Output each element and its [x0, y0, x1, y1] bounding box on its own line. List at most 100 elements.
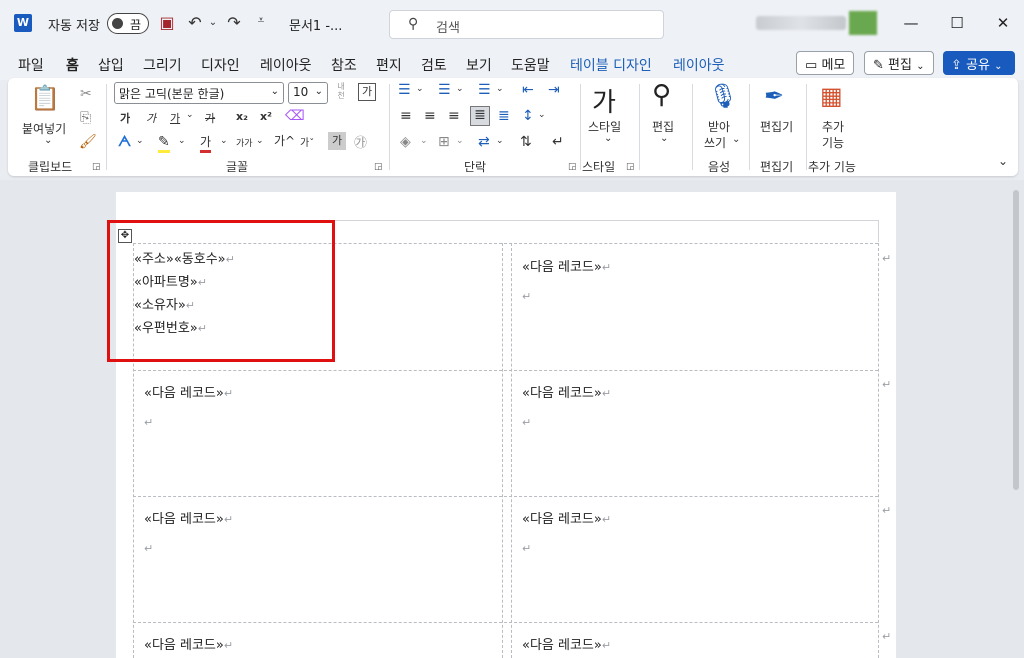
- shading-icon[interactable]: ◈: [400, 134, 411, 150]
- next-record-field[interactable]: «다음 레코드»↵: [522, 382, 611, 401]
- align-left-icon[interactable]: ≡: [400, 108, 412, 124]
- save-icon[interactable]: ▣: [157, 13, 177, 32]
- bold-button[interactable]: 가: [120, 110, 130, 126]
- phonetic-guide-button[interactable]: 내천: [334, 82, 348, 100]
- tab-review[interactable]: 검토: [421, 55, 447, 75]
- borders-icon[interactable]: ⊞: [438, 134, 450, 150]
- text-direction-icon[interactable]: ⇄: [478, 134, 490, 150]
- dictate-label-2[interactable]: 쓰기: [704, 134, 726, 151]
- distributed-icon[interactable]: ≣: [498, 108, 510, 124]
- shading-dropdown-icon[interactable]: ⌄: [420, 136, 428, 146]
- styles-icon[interactable]: 가: [592, 82, 616, 119]
- tab-layout[interactable]: 레이아웃: [260, 55, 312, 75]
- tab-table-design[interactable]: 테이블 디자인: [570, 55, 652, 75]
- underline-button[interactable]: 가: [170, 110, 180, 126]
- tab-help[interactable]: 도움말: [511, 55, 550, 75]
- highlight-dropdown-icon[interactable]: ⌄: [178, 136, 186, 146]
- tab-draw[interactable]: 그리기: [143, 55, 182, 75]
- font-color-button[interactable]: 가: [200, 133, 212, 153]
- superscript-button[interactable]: x²: [260, 110, 272, 123]
- enclose-characters-button[interactable]: ㉮: [354, 132, 367, 151]
- tab-file[interactable]: 파일: [18, 55, 44, 75]
- tab-mailings[interactable]: 편지: [376, 55, 402, 75]
- highlight-icon[interactable]: ✎: [158, 134, 170, 153]
- redo-icon[interactable]: ↷: [224, 13, 244, 32]
- undo-dropdown-icon[interactable]: ⌄: [203, 17, 223, 28]
- search-box[interactable]: ⚲ 검색: [389, 10, 664, 39]
- tab-design[interactable]: 디자인: [201, 55, 240, 75]
- line-spacing-dropdown-icon[interactable]: ⌄: [538, 110, 546, 120]
- font-launcher-icon[interactable]: ◲: [374, 162, 383, 172]
- cut-icon[interactable]: ✂: [80, 86, 92, 102]
- collapse-ribbon-icon[interactable]: ⌄: [998, 154, 1008, 168]
- justify-icon[interactable]: ≣: [470, 106, 490, 126]
- numbering-icon[interactable]: ☰: [438, 82, 451, 98]
- tab-view[interactable]: 보기: [466, 55, 492, 75]
- paste-dropdown-icon[interactable]: ⌄: [44, 135, 52, 146]
- align-center-icon[interactable]: ≡: [424, 108, 436, 124]
- add-ins-icon[interactable]: ▦: [820, 82, 843, 110]
- increase-indent-icon[interactable]: ⇥: [548, 82, 560, 98]
- format-painter-icon[interactable]: 🖌: [79, 134, 97, 150]
- share-button[interactable]: ⇪ 공유 ⌄: [943, 51, 1015, 75]
- font-color-dropdown-icon[interactable]: ⌄: [220, 136, 228, 146]
- bullets-icon[interactable]: ☰: [398, 82, 411, 98]
- addins-label-1[interactable]: 추가: [822, 118, 844, 135]
- bullets-dropdown-icon[interactable]: ⌄: [416, 84, 424, 94]
- copy-icon[interactable]: ⎘: [80, 110, 91, 126]
- find-icon[interactable]: ⚲: [652, 80, 671, 110]
- styles-dropdown-icon[interactable]: ⌄: [604, 133, 612, 144]
- next-record-field[interactable]: «다음 레코드»↵: [522, 634, 611, 653]
- next-record-field[interactable]: «다음 레코드»↵: [144, 508, 233, 527]
- next-record-field[interactable]: «다음 레코드»↵: [522, 508, 611, 527]
- line-spacing-icon[interactable]: ↕: [522, 108, 534, 124]
- editing-mode-button[interactable]: ✎ 편집 ⌄: [864, 51, 934, 75]
- font-size-select[interactable]: 10 ⌄: [288, 82, 328, 104]
- vertical-scrollbar[interactable]: [1013, 190, 1019, 490]
- next-record-field[interactable]: «다음 레코드»↵: [144, 634, 233, 653]
- next-record-field[interactable]: «다음 레코드»↵: [144, 382, 233, 401]
- clear-formatting-icon[interactable]: ⌫: [285, 108, 305, 124]
- character-shading-button[interactable]: 가: [328, 132, 346, 150]
- text-direction-dropdown-icon[interactable]: ⌄: [496, 136, 504, 146]
- paragraph-launcher-icon[interactable]: ◲: [568, 162, 577, 172]
- decrease-indent-icon[interactable]: ⇤: [522, 82, 534, 98]
- tab-table-layout[interactable]: 레이아웃: [673, 55, 725, 75]
- tab-references[interactable]: 참조: [331, 55, 357, 75]
- editor-label[interactable]: 편집기: [760, 118, 793, 135]
- character-border-button[interactable]: 가: [358, 83, 376, 101]
- subscript-button[interactable]: x₂: [236, 110, 248, 123]
- undo-icon[interactable]: ↶: [185, 13, 205, 32]
- multilevel-dropdown-icon[interactable]: ⌄: [496, 84, 504, 94]
- dictate-label-1[interactable]: 받아: [708, 118, 730, 135]
- editor-icon[interactable]: ✒: [764, 82, 784, 110]
- change-case-dropdown-icon[interactable]: ⌄: [256, 136, 264, 146]
- autosave-toggle[interactable]: 끔: [107, 13, 149, 34]
- text-effects-icon[interactable]: ᗅ: [118, 134, 131, 150]
- memo-button[interactable]: ▭ 메모: [796, 51, 855, 75]
- tab-insert[interactable]: 삽입: [98, 55, 124, 75]
- multilevel-list-icon[interactable]: ☰: [478, 82, 491, 98]
- microphone-icon[interactable]: 🎙: [708, 82, 738, 110]
- sort-icon[interactable]: ⇅: [520, 134, 532, 150]
- tab-home[interactable]: 홈: [66, 55, 79, 81]
- close-icon[interactable]: ✕: [988, 10, 1018, 36]
- clipboard-launcher-icon[interactable]: ◲: [92, 162, 101, 172]
- maximize-icon[interactable]: ☐: [942, 10, 972, 36]
- show-marks-icon[interactable]: ↵: [552, 134, 564, 150]
- dictate-dropdown-icon[interactable]: ⌄: [732, 134, 740, 145]
- borders-dropdown-icon[interactable]: ⌄: [456, 136, 464, 146]
- text-effects-dropdown-icon[interactable]: ⌄: [136, 136, 144, 146]
- styles-launcher-icon[interactable]: ◲: [626, 162, 635, 172]
- numbering-dropdown-icon[interactable]: ⌄: [456, 84, 464, 94]
- next-record-field[interactable]: «다음 레코드»↵: [522, 256, 611, 275]
- addins-label-2[interactable]: 기능: [822, 134, 844, 151]
- align-right-icon[interactable]: ≡: [448, 108, 460, 124]
- grow-font-button[interactable]: 가^: [274, 132, 295, 149]
- strikethrough-button[interactable]: 가: [205, 110, 215, 126]
- minimize-icon[interactable]: —: [896, 10, 926, 36]
- shrink-font-button[interactable]: 가ˇ: [300, 134, 314, 149]
- underline-dropdown-icon[interactable]: ⌄: [186, 110, 194, 120]
- change-case-button[interactable]: 가가: [236, 136, 253, 149]
- editing-dropdown-icon[interactable]: ⌄: [660, 133, 668, 144]
